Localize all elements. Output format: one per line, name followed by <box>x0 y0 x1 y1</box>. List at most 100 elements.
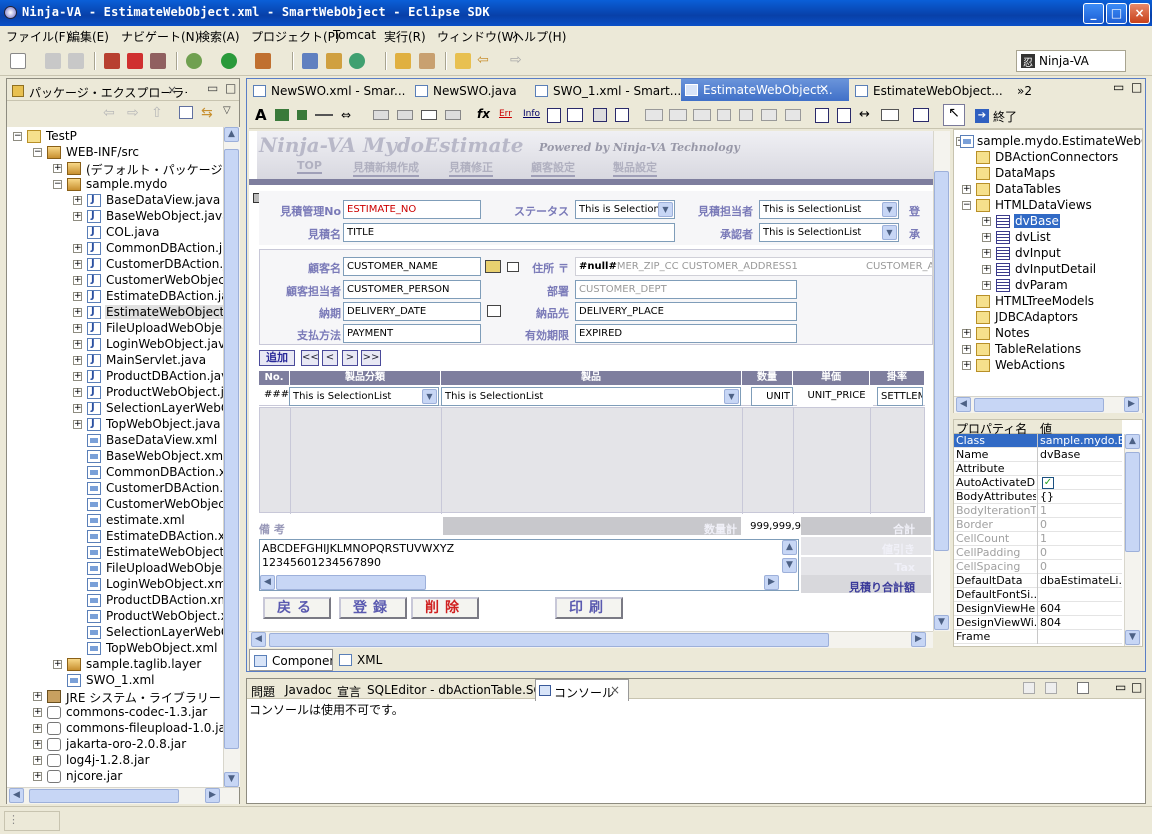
property-row[interactable]: BodyAttributes {} <box>954 490 1122 504</box>
list-item[interactable]: + commons-fileupload-1.0.jar <box>7 721 223 737</box>
expand-icon[interactable]: + <box>962 329 971 338</box>
resize-width-icon[interactable]: ↔ <box>859 107 870 122</box>
list-item[interactable]: + FileUploadWebObject.java <box>7 321 223 337</box>
list-item[interactable]: estimate.xml <box>7 513 223 529</box>
nav-new-estimate[interactable]: 見積新規作成 <box>353 159 419 177</box>
open-type-icon[interactable] <box>395 53 411 69</box>
editor-tab-newswo-xml[interactable]: NewSWO.xml - Smar... <box>249 80 407 102</box>
up-nav-icon[interactable]: ⇧ <box>151 105 163 121</box>
list-item[interactable]: COL.java <box>7 225 223 241</box>
expand-icon[interactable]: + <box>73 324 82 333</box>
properties-tool-icon[interactable] <box>913 108 929 122</box>
property-row[interactable]: Class sample.mydo.B... <box>954 434 1122 448</box>
property-value[interactable]: 1 <box>1040 532 1122 545</box>
resize-height-icon[interactable] <box>881 109 899 121</box>
list-item[interactable]: + CommonDBAction.java <box>7 241 223 257</box>
list-item[interactable]: EstimateWebObject.xml <box>7 545 223 561</box>
price-field[interactable]: UNIT_PRICE <box>797 387 873 406</box>
new-package-icon[interactable] <box>326 53 342 69</box>
list-item[interactable]: + CustomerDBAction.java <box>7 257 223 273</box>
expand-icon[interactable]: + <box>982 217 991 226</box>
line-tool-icon[interactable] <box>315 114 333 116</box>
next-page-button[interactable]: > <box>342 350 358 366</box>
property-row[interactable]: CellPadding 0 <box>954 546 1122 560</box>
hscroll-thumb[interactable] <box>29 789 179 803</box>
search-icon[interactable] <box>419 53 435 69</box>
list-tool-icon[interactable] <box>593 108 607 122</box>
scroll-right-icon[interactable]: ▶ <box>1124 397 1139 412</box>
display-console-icon[interactable] <box>1045 682 1057 694</box>
property-value[interactable]: 804 <box>1040 616 1122 629</box>
close-tab-icon[interactable]: × <box>167 83 177 97</box>
function-tool-icon[interactable]: fx <box>477 107 490 121</box>
property-row[interactable]: Attribute <box>954 462 1122 476</box>
expired-field[interactable]: EXPIRED <box>575 324 797 343</box>
list-item[interactable]: LoginWebObject.xml <box>7 577 223 593</box>
canvas-vscroll[interactable]: ▼ <box>933 131 950 631</box>
scroll-right-icon[interactable]: ▶ <box>764 575 779 590</box>
property-value[interactable]: 0 <box>1040 560 1122 573</box>
component-tab[interactable]: Component <box>249 649 333 671</box>
list-item[interactable]: TopWebObject.xml <box>7 641 223 657</box>
minimize-button[interactable]: _ <box>1083 3 1104 24</box>
scroll-down-icon[interactable]: ▼ <box>224 772 239 787</box>
select-pointer-icon[interactable]: ↖ <box>943 104 965 126</box>
list-item[interactable]: CommonDBAction.xml <box>7 465 223 481</box>
expand-icon[interactable]: + <box>73 372 82 381</box>
list-item[interactable]: + TopWebObject.java <box>7 417 223 433</box>
expand-icon[interactable]: + <box>73 260 82 269</box>
scroll-up-icon[interactable]: ▲ <box>782 540 797 555</box>
list-item[interactable]: + BaseWebObject.java <box>7 209 223 225</box>
customer-name-field[interactable]: CUSTOMER_NAME <box>343 257 481 276</box>
list-item[interactable]: + SelectionLayerWebObject <box>7 401 223 417</box>
textbox-tool-icon[interactable] <box>421 110 437 120</box>
property-row[interactable]: CellCount 1 <box>954 532 1122 546</box>
package-tree-vscroll[interactable]: ▲ ▼ <box>223 127 240 787</box>
property-value[interactable]: {} <box>1040 490 1122 503</box>
declaration-tab[interactable]: 宣言 <box>335 679 361 701</box>
debug-icon[interactable] <box>104 53 120 69</box>
hscroll-thumb[interactable] <box>974 398 1104 412</box>
javadoc-tab[interactable]: Javadoc <box>283 679 332 701</box>
forward-arrow-icon[interactable]: ⇨ <box>510 53 526 69</box>
delivery-place-field[interactable]: DELIVERY_PLACE <box>575 302 797 321</box>
error-tool-icon[interactable]: Err <box>499 109 512 119</box>
expand-icon[interactable]: + <box>33 708 42 717</box>
nav-customer-settings[interactable]: 顧客設定 <box>531 159 575 177</box>
problems-tab[interactable]: 問題 <box>249 679 275 701</box>
list-item[interactable]: + BaseDataView.java <box>7 193 223 209</box>
forward-nav-icon[interactable]: ⇨ <box>127 105 139 121</box>
expand-icon[interactable]: + <box>33 772 42 781</box>
list-item[interactable]: FileUploadWebObject.xml <box>7 561 223 577</box>
minimize-editor-icon[interactable]: ▭ <box>1113 80 1124 94</box>
button-tool-icon[interactable] <box>445 110 461 120</box>
xml-tab[interactable]: XML <box>335 649 395 671</box>
input-tool-icon[interactable] <box>373 110 389 120</box>
info-tool-icon[interactable]: Info <box>523 109 540 119</box>
approver-select[interactable]: This is SelectionList ▼ <box>759 223 899 242</box>
editor-tab-estimate-java[interactable]: EstimateWebObject... <box>851 80 1011 102</box>
expand-icon[interactable]: + <box>73 404 82 413</box>
customer-person-field[interactable]: CUSTOMER_PERSON <box>343 280 481 299</box>
list-item[interactable]: + EstimateDBAction.java <box>7 289 223 305</box>
expand-icon[interactable]: + <box>962 361 971 370</box>
open-console-icon[interactable] <box>1077 682 1089 694</box>
hscroll-thumb[interactable] <box>269 633 829 647</box>
menu-search[interactable]: 検索(A) <box>198 28 240 45</box>
exit-palette-button[interactable]: ➔ 終了 <box>973 106 1021 126</box>
address-field[interactable]: #null#MER_ZIP_CC CUSTOMER_ADDRESS1 CUSTOM… <box>575 257 933 276</box>
expand-icon[interactable]: + <box>982 249 991 258</box>
check-tool-icon[interactable] <box>717 109 731 121</box>
expand-icon[interactable]: + <box>73 276 82 285</box>
maximize-view-icon[interactable]: □ <box>1131 680 1142 694</box>
expand-icon[interactable]: + <box>73 340 82 349</box>
list-item[interactable]: CustomerDBAction.xml <box>7 481 223 497</box>
property-row[interactable]: DesignViewHe... 604 <box>954 602 1122 616</box>
property-value[interactable]: 1 <box>1040 504 1122 517</box>
back-nav-icon[interactable]: ⇦ <box>103 105 115 121</box>
property-value[interactable]: sample.mydo.B... <box>1040 434 1122 447</box>
link-tool-icon[interactable]: ⇔ <box>341 108 351 122</box>
list-item[interactable]: + LoginWebObject.java <box>7 337 223 353</box>
list-item[interactable]: ProductDBAction.xml <box>7 593 223 609</box>
select-tool-icon[interactable] <box>693 109 711 121</box>
